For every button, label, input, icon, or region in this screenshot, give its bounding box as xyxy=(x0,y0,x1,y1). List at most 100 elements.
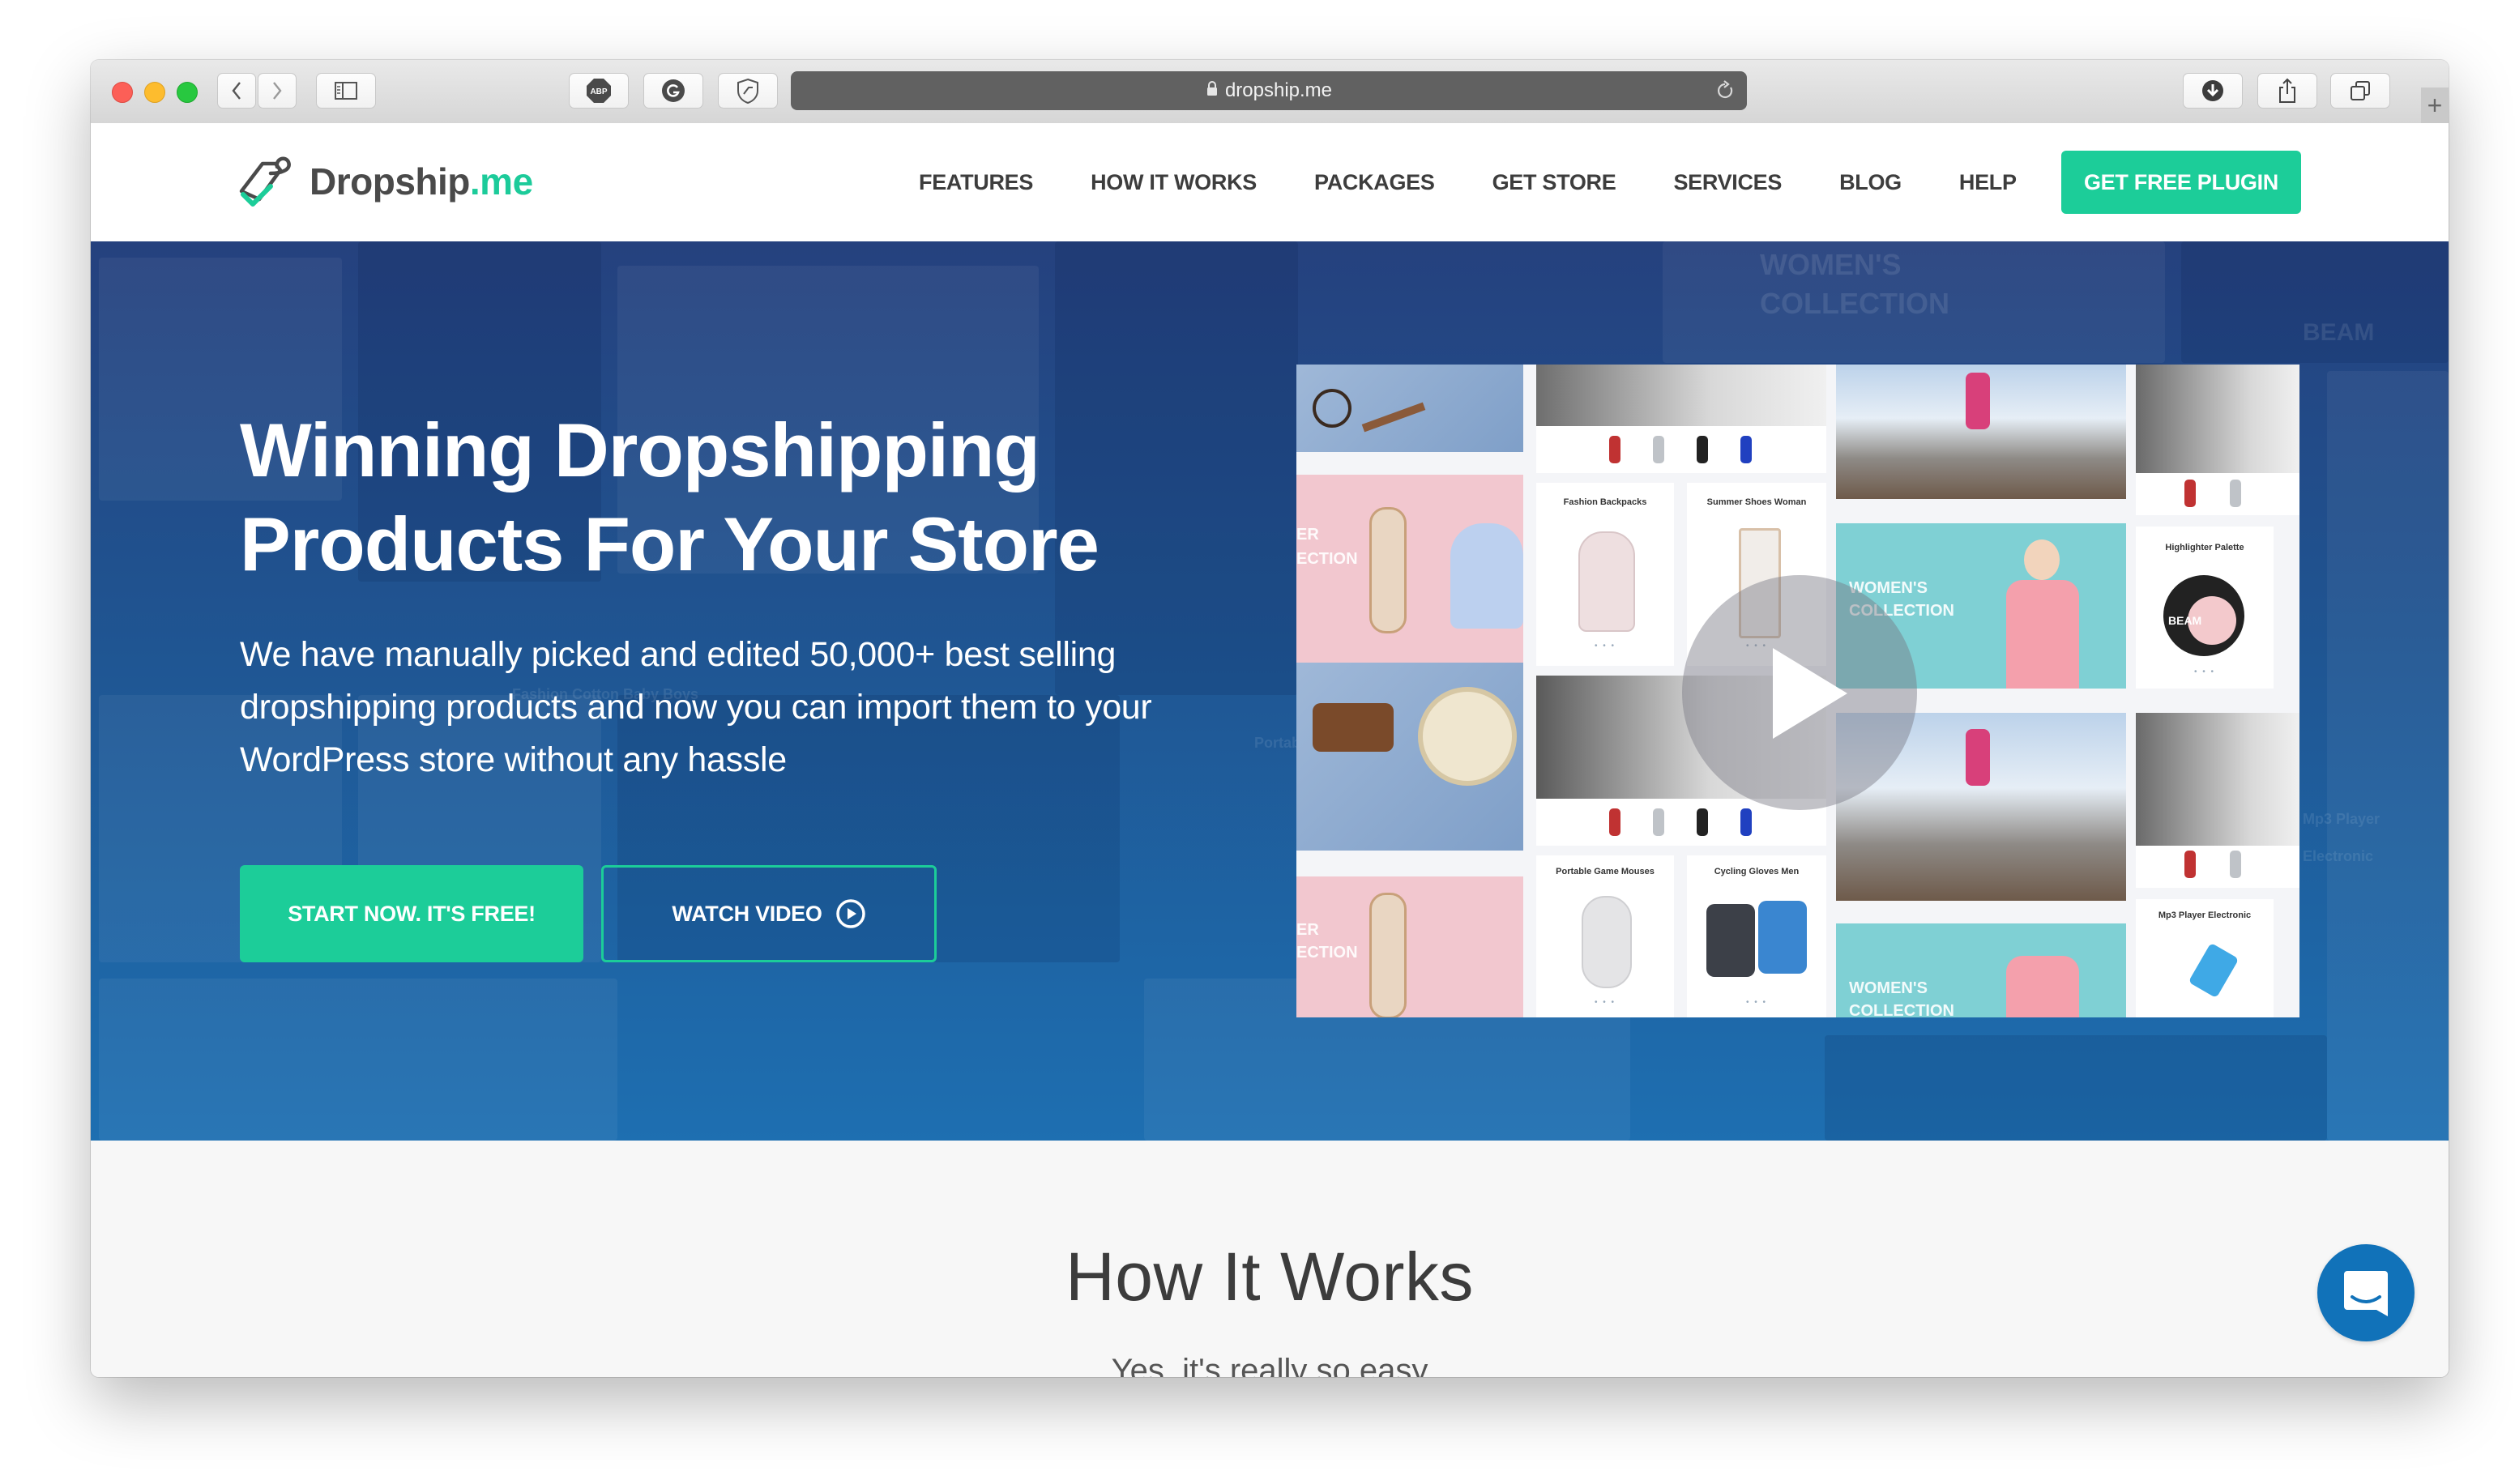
nav-blog[interactable]: BLOG xyxy=(1839,170,1902,195)
mouse-image xyxy=(1582,896,1632,988)
get-free-plugin-button[interactable]: GET FREE PLUGIN xyxy=(2061,151,2301,214)
hiker-mountain-photo xyxy=(1836,365,2126,499)
back-button[interactable] xyxy=(217,73,256,109)
nav-get-store[interactable]: GET STORE xyxy=(1492,170,1616,195)
hero-title-line-2: Products For Your Store xyxy=(240,501,1100,586)
summer-label-2: ECTION xyxy=(1296,944,1358,962)
forward-icon xyxy=(273,82,282,100)
watch-silver xyxy=(1653,436,1664,463)
minimize-window-button[interactable] xyxy=(144,82,165,103)
start-now-button[interactable]: START NOW. IT'S FREE! xyxy=(240,865,583,962)
adblock-plus-icon: ABP xyxy=(587,79,611,103)
carousel-dots: • • • xyxy=(1594,998,1616,1007)
logo-tld: .me xyxy=(469,160,533,203)
watch-red xyxy=(2184,480,2196,507)
zoom-window-button[interactable] xyxy=(177,82,198,103)
bg-text-collection: COLLECTION xyxy=(1760,287,1949,320)
address-bar[interactable]: dropship.me xyxy=(791,71,1747,110)
shoes-image xyxy=(1313,703,1394,752)
play-circle-icon xyxy=(835,899,865,928)
share-button[interactable] xyxy=(2257,73,2317,109)
product-card-title: Fashion Backpacks xyxy=(1563,497,1647,507)
nav-packages[interactable]: PACKAGES xyxy=(1314,170,1435,195)
watch-silver xyxy=(2230,480,2241,507)
chat-icon xyxy=(2344,1271,2388,1316)
wrist-watch-photo xyxy=(1536,365,1826,426)
reload-icon[interactable] xyxy=(1714,79,1736,108)
mp3-player-image xyxy=(2188,942,2240,999)
hero-title: Winning Dropshipping Products For Your S… xyxy=(240,403,1374,591)
downloads-button[interactable] xyxy=(2183,73,2243,109)
tabs-icon xyxy=(2351,81,2370,100)
browser-window: ABP dropship.me + Dropship.me FEATURES H… xyxy=(91,60,2449,1377)
watch-variants xyxy=(2136,473,2299,515)
show-tabs-button[interactable] xyxy=(2330,73,2390,109)
how-it-works-subtitle: Yes, it's really so easy xyxy=(1111,1353,1428,1377)
womens-collection-banner-2: WOMEN'S COLLECTION xyxy=(1836,923,2126,1017)
new-tab-button[interactable]: + xyxy=(2421,87,2449,123)
watch-variants xyxy=(2136,846,2299,888)
video-player[interactable]: ER ECTION ER ECTION Fashion Backpacks • … xyxy=(1296,365,2299,1017)
product-card-title: Summer Shoes Woman xyxy=(1706,497,1807,507)
watch-red xyxy=(2184,851,2196,878)
share-icon xyxy=(2279,78,2295,103)
backpack-image xyxy=(1578,531,1635,632)
bg-text-portab: Portab xyxy=(1254,735,1301,751)
grammarly-icon xyxy=(662,79,685,102)
grammarly-button[interactable] xyxy=(643,73,703,109)
watch-blue xyxy=(1740,436,1752,463)
model-image xyxy=(2006,956,2079,1017)
close-window-button[interactable] xyxy=(112,82,133,103)
watch-red xyxy=(1609,436,1620,463)
adblock-plus-button[interactable]: ABP xyxy=(569,73,629,109)
watch-black xyxy=(1697,808,1708,836)
shoe-image xyxy=(1369,893,1407,1017)
forward-button[interactable] xyxy=(258,73,297,109)
watch-video-label: WATCH VIDEO xyxy=(672,901,822,926)
nav-how-it-works[interactable]: HOW IT WORKS xyxy=(1091,170,1257,195)
url-text: dropship.me xyxy=(1224,79,1333,101)
denim-accessories-image xyxy=(1296,365,1523,452)
bg-text-beam: BEAM xyxy=(2303,319,2375,346)
product-card-title: Portable Game Mouses xyxy=(1556,867,1655,876)
summer-label-1: ER xyxy=(1296,921,1319,939)
hero-title-line-1: Winning Dropshipping xyxy=(240,407,1040,493)
product-card-title: Mp3 Player Electronic xyxy=(2158,910,2252,920)
play-icon xyxy=(1773,648,1847,739)
nav-services[interactable]: SERVICES xyxy=(1673,170,1782,195)
shield-extension-button[interactable] xyxy=(718,73,778,109)
glove-image xyxy=(1706,904,1755,977)
bg-tile xyxy=(2327,371,2449,1141)
nav-help[interactable]: HELP xyxy=(1959,170,2017,195)
chat-launcher-button[interactable] xyxy=(2317,1244,2415,1341)
nav-features[interactable]: FEATURES xyxy=(919,170,1033,195)
back-icon xyxy=(232,82,241,100)
watch-silver xyxy=(1653,808,1664,836)
logo-link[interactable]: Dropship.me xyxy=(235,156,533,207)
hiker-image xyxy=(1966,729,1990,786)
watch-red xyxy=(1609,808,1620,836)
how-it-works-section: How It Works Yes, it's really so easy xyxy=(91,1141,2449,1377)
glove-image xyxy=(1758,901,1807,974)
product-card-title: Highlighter Palette xyxy=(2165,543,2244,552)
watch-video-button[interactable]: WATCH VIDEO xyxy=(601,865,937,962)
watch-black xyxy=(1697,436,1708,463)
product-card: Highlighter Palette BEAM • • • xyxy=(2136,527,2274,689)
sidebar-icon xyxy=(335,82,357,100)
shoe-image xyxy=(1369,507,1407,633)
hat-image xyxy=(1418,687,1517,786)
product-card: Cycling Gloves Men • • • xyxy=(1687,855,1826,1017)
play-button[interactable] xyxy=(1682,575,1917,810)
lock-icon xyxy=(1206,79,1219,102)
womens-label: WOMEN'S xyxy=(1849,979,1928,997)
hero-section: WOMEN'S COLLECTION BEAM Mp3 Player Elect… xyxy=(91,241,2449,1141)
bg-text-womens: WOMEN'S xyxy=(1760,248,1902,281)
carousel-dots: • • • xyxy=(2193,667,2216,676)
summer-label-2: ECTION xyxy=(1296,550,1358,568)
bg-tile xyxy=(99,979,617,1141)
sidebar-toggle-button[interactable] xyxy=(316,73,376,109)
shield-extension-icon xyxy=(737,78,758,104)
bg-tile xyxy=(1825,1035,2327,1141)
logo-text: Dropship.me xyxy=(310,160,533,203)
beam-label: BEAM xyxy=(2168,614,2202,627)
